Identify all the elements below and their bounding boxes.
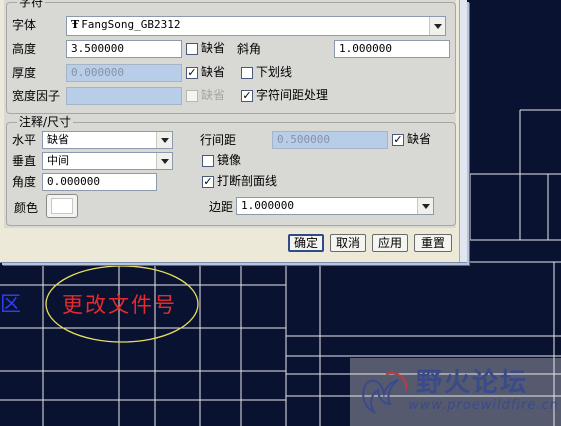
- color-label: 颜色: [14, 201, 39, 215]
- margin-select[interactable]: 1.000000: [236, 197, 434, 215]
- width-factor-input[interactable]: [66, 87, 182, 105]
- margin-dropdown-button[interactable]: [417, 198, 433, 214]
- break-hatch-checkbox[interactable]: ✓: [202, 176, 214, 188]
- watermark-name: 野火论坛: [416, 368, 529, 398]
- horizontal-dropdown-button[interactable]: [156, 132, 172, 148]
- watermark-url: www.proewildfire.cn: [408, 398, 559, 413]
- chevron-down-icon: [160, 137, 169, 143]
- note-group-legend: 注释/尺寸: [19, 115, 72, 129]
- width-factor-label: 宽度因子: [12, 89, 61, 103]
- slant-input[interactable]: 1.000000: [334, 40, 450, 58]
- vertical-label: 垂直: [12, 154, 37, 168]
- height-default-checkbox[interactable]: [186, 43, 198, 55]
- text-style-dialog: 字符 字体 Ŧ FangSong_GB2312 高度 3.500000 缺省 斜角…: [0, 0, 467, 263]
- horizontal-select-value: 缺省: [47, 133, 69, 146]
- font-type-icon: Ŧ: [71, 18, 80, 31]
- underline-checkbox[interactable]: [241, 67, 253, 79]
- angle-label: 角度: [12, 175, 37, 189]
- font-select[interactable]: Ŧ FangSong_GB2312: [66, 16, 446, 36]
- line-spacing-label: 行间距: [200, 133, 237, 147]
- horizontal-select[interactable]: 缺省: [42, 131, 173, 149]
- line-spacing-default-label: 缺省: [407, 132, 432, 146]
- margin-label: 边距: [209, 200, 234, 214]
- thickness-input[interactable]: 0.000000: [66, 64, 182, 82]
- chevron-down-icon: [421, 203, 430, 209]
- width-default-checkbox[interactable]: [186, 90, 198, 102]
- horizontal-label: 水平: [12, 133, 37, 147]
- vertical-dropdown-button[interactable]: [156, 153, 172, 169]
- height-label: 高度: [12, 42, 37, 56]
- slant-label: 斜角: [237, 42, 262, 56]
- break-hatch-label: 打断剖面线: [217, 174, 278, 188]
- font-label: 字体: [12, 18, 37, 32]
- line-spacing-input[interactable]: 0.500000: [272, 131, 388, 149]
- width-default-label: 缺省: [201, 88, 226, 102]
- mirror-checkbox[interactable]: [202, 155, 214, 167]
- dialog-frame-edge: [459, 0, 467, 262]
- color-swatch-button[interactable]: [46, 194, 78, 218]
- apply-button[interactable]: 应用: [372, 234, 408, 252]
- ok-button[interactable]: 确定: [288, 234, 324, 252]
- thickness-label: 厚度: [12, 66, 37, 80]
- font-group-legend: 字符: [19, 0, 44, 9]
- margin-select-value: 1.000000: [241, 199, 294, 212]
- chevron-down-icon: [160, 158, 169, 164]
- kerning-checkbox[interactable]: ✓: [241, 90, 253, 102]
- dialog-body: 字符 字体 Ŧ FangSong_GB2312 高度 3.500000 缺省 斜角…: [4, 0, 456, 228]
- reset-button[interactable]: 重置: [414, 234, 452, 252]
- vertical-select-value: 中间: [47, 154, 69, 167]
- cad-text-change-file-number: 更改文件号: [62, 293, 177, 317]
- cad-text-blue: 区: [0, 292, 21, 316]
- color-swatch: [51, 198, 73, 214]
- kerning-label: 字符间距处理: [256, 88, 329, 102]
- angle-input[interactable]: 0.000000: [42, 173, 157, 191]
- cancel-button[interactable]: 取消: [330, 234, 366, 252]
- mirror-label: 镜像: [217, 153, 242, 167]
- line-spacing-default-checkbox[interactable]: ✓: [392, 134, 404, 146]
- flame-logo-icon: [362, 372, 408, 415]
- height-default-label: 缺省: [201, 41, 226, 55]
- chevron-down-icon: [433, 23, 442, 29]
- vertical-select[interactable]: 中间: [42, 152, 173, 170]
- font-dropdown-button[interactable]: [429, 17, 445, 35]
- underline-label: 下划线: [256, 65, 293, 79]
- thickness-default-checkbox[interactable]: ✓: [186, 67, 198, 79]
- forum-watermark: 野火论坛 www.proewildfire.cn: [350, 358, 561, 426]
- height-input[interactable]: 3.500000: [66, 40, 182, 58]
- font-select-value: FangSong_GB2312: [81, 18, 181, 31]
- thickness-default-label: 缺省: [201, 65, 226, 79]
